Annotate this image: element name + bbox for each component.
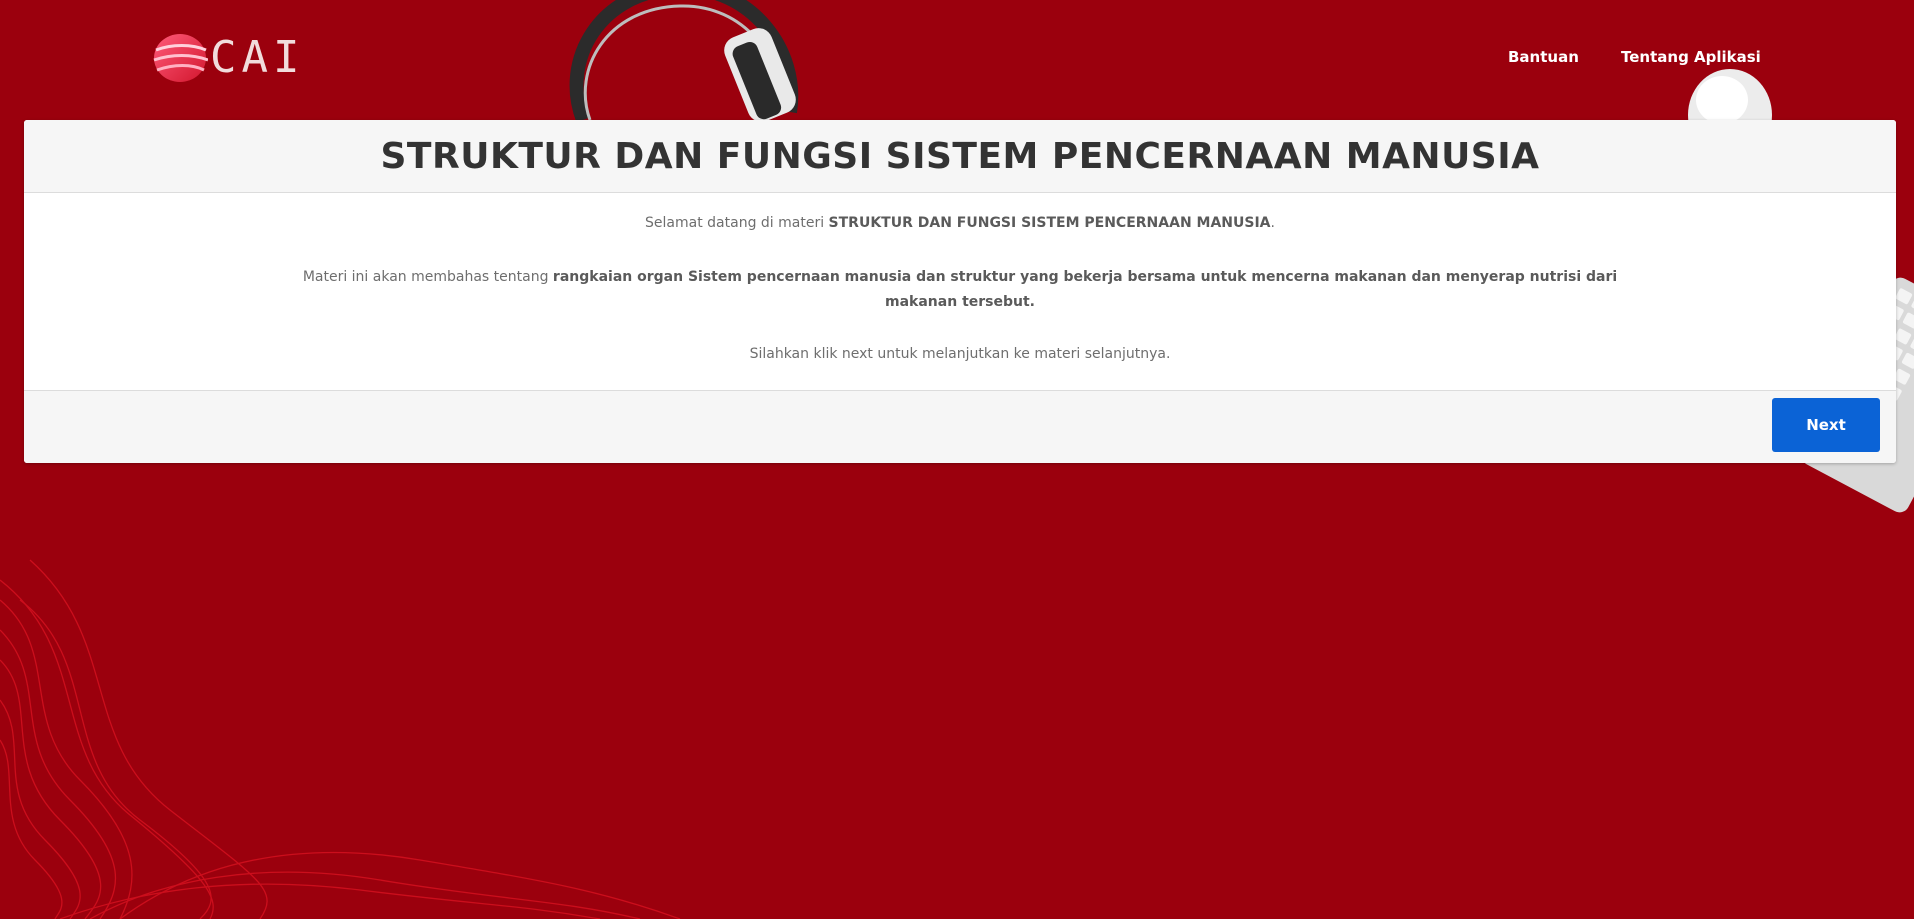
welcome-material-title: STRUKTUR DAN FUNGSI SISTEM PENCERNAAN MA…: [828, 215, 1271, 231]
welcome-suffix: .: [1270, 215, 1275, 231]
logo-text: CAI: [210, 32, 305, 83]
page-title: STRUKTUR DAN FUNGSI SISTEM PENCERNAAN MA…: [380, 135, 1540, 177]
globe-logo-icon: [153, 34, 208, 82]
material-card: STRUKTUR DAN FUNGSI SISTEM PENCERNAAN MA…: [24, 120, 1896, 463]
card-header: STRUKTUR DAN FUNGSI SISTEM PENCERNAAN MA…: [24, 120, 1896, 193]
logo-link[interactable]: CAI: [152, 32, 304, 84]
instruction-text: Silahkan klik next untuk melanjutkan ke …: [749, 346, 1171, 362]
description-prefix: Materi ini akan membahas tentang: [302, 269, 553, 285]
description-bold-line2: makanan tersebut.: [885, 294, 1035, 310]
card-footer: Next: [24, 390, 1896, 463]
nav-link-bantuan[interactable]: Bantuan: [1508, 47, 1579, 67]
next-button[interactable]: Next: [1772, 398, 1880, 452]
wave-lines-decoration: [0, 559, 681, 919]
card-body: Selamat datang di materi STRUKTUR DAN FU…: [24, 193, 1896, 390]
welcome-prefix: Selamat datang di materi: [645, 215, 829, 231]
description-text: Materi ini akan membahas tentang rangkai…: [24, 265, 1896, 315]
headphones-image: [569, 0, 799, 123]
nav-link-tentang-aplikasi[interactable]: Tentang Aplikasi: [1621, 47, 1761, 67]
welcome-text: Selamat datang di materi STRUKTUR DAN FU…: [24, 211, 1896, 236]
description-bold-line1: rangkaian organ Sistem pencernaan manusi…: [552, 269, 1618, 285]
